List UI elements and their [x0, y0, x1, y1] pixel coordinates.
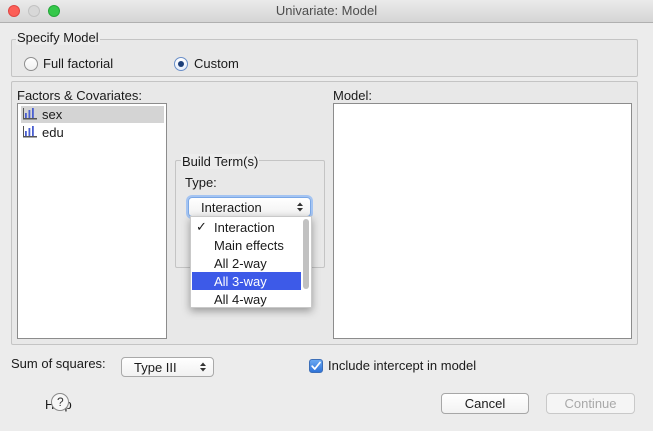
menu-item-all-4-way[interactable]: All 4-way	[192, 290, 301, 308]
type-label: Type:	[185, 175, 217, 190]
menu-item-all-3-way[interactable]: All 3-way	[192, 272, 301, 290]
cancel-button[interactable]: Cancel	[441, 393, 529, 414]
factors-covariates-label: Factors & Covariates:	[17, 88, 142, 103]
menu-item-main-effects[interactable]: Main effects	[192, 236, 301, 254]
full-factorial-radio[interactable]	[24, 57, 38, 71]
checkmark-icon	[311, 361, 321, 370]
factors-covariates-list[interactable]: sex edu	[17, 103, 167, 339]
question-mark-icon: ?	[57, 395, 64, 409]
include-intercept-checkbox[interactable]	[309, 359, 323, 373]
menu-item-interaction[interactable]: ✓ Interaction	[192, 218, 301, 236]
scale-variable-icon	[23, 108, 37, 120]
full-factorial-label[interactable]: Full factorial	[43, 56, 113, 71]
specify-model-label: Specify Model	[16, 30, 100, 45]
select-arrows-icon	[200, 362, 206, 372]
list-item-label: sex	[42, 107, 63, 122]
custom-label[interactable]: Custom	[194, 56, 239, 71]
custom-radio[interactable]	[174, 57, 188, 71]
menu-item-label: Main effects	[214, 238, 284, 253]
sum-of-squares-value: Type III	[134, 360, 177, 375]
build-terms-label: Build Term(s)	[181, 154, 260, 169]
menu-item-label: All 2-way	[214, 256, 267, 271]
select-arrows-icon	[297, 202, 303, 212]
title-bar: Univariate: Model	[0, 0, 653, 23]
menu-scrollbar[interactable]	[303, 219, 309, 289]
window-title: Univariate: Model	[275, 3, 378, 18]
build-term-type-select[interactable]: Interaction	[188, 197, 311, 217]
continue-button[interactable]: Continue	[546, 393, 635, 414]
menu-item-label: All 4-way	[214, 292, 267, 307]
model-list[interactable]	[333, 103, 632, 339]
sum-of-squares-label: Sum of squares:	[11, 356, 106, 371]
include-intercept-label[interactable]: Include intercept in model	[328, 358, 476, 373]
menu-item-label: All 3-way	[214, 274, 267, 289]
scale-variable-icon	[23, 126, 37, 138]
menu-item-all-2-way[interactable]: All 2-way	[192, 254, 301, 272]
help-button[interactable]: ?	[51, 393, 69, 411]
list-item-edu[interactable]: edu	[21, 124, 164, 141]
build-term-type-menu: ✓ Interaction Main effects All 2-way All…	[190, 216, 312, 308]
model-label: Model:	[333, 88, 373, 103]
checkmark-icon: ✓	[196, 219, 207, 234]
sum-of-squares-select[interactable]: Type III	[121, 357, 214, 377]
build-term-type-value: Interaction	[201, 200, 262, 215]
list-item-label: edu	[42, 125, 64, 140]
menu-item-label: Interaction	[214, 220, 275, 235]
list-item-sex[interactable]: sex	[21, 106, 164, 123]
